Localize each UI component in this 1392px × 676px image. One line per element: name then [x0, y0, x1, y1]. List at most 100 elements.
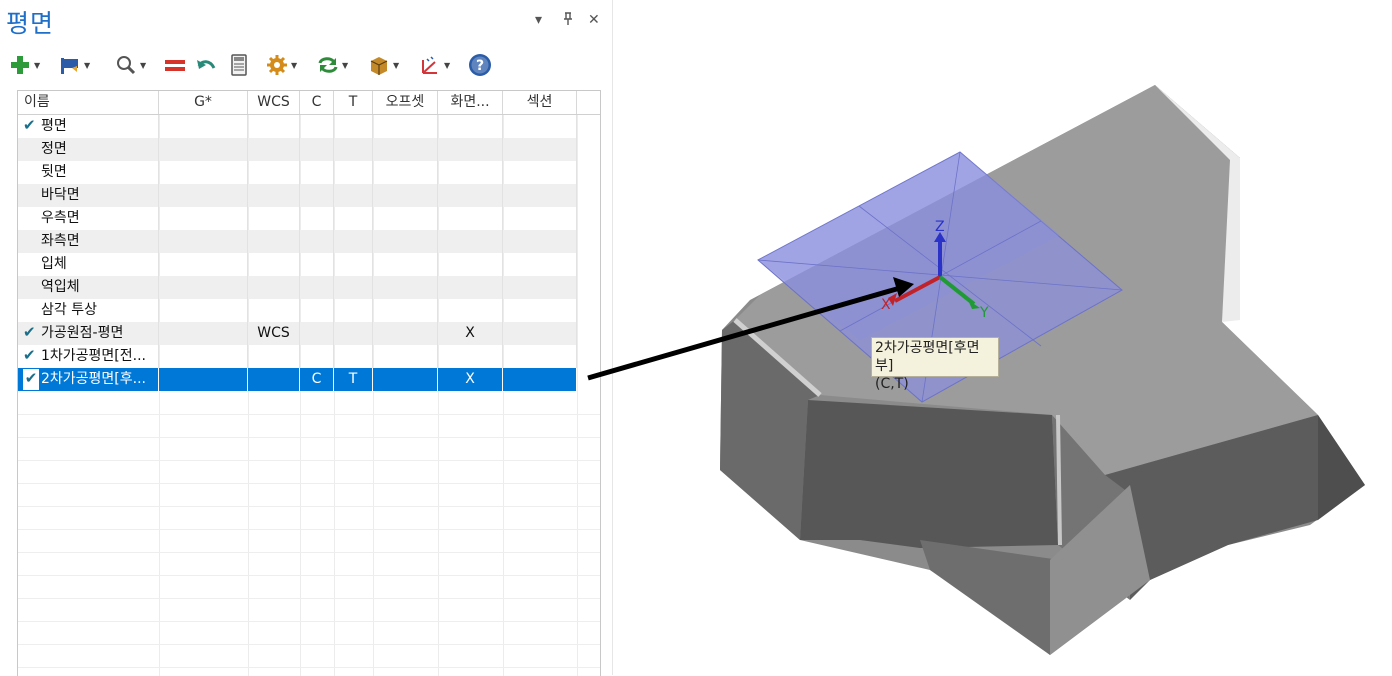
cell-g[interactable]: [159, 207, 248, 230]
cell-wcs[interactable]: [248, 207, 300, 230]
column-header-display[interactable]: 화면...: [438, 91, 503, 114]
cell-offset[interactable]: [373, 115, 438, 138]
cell-display[interactable]: [438, 253, 503, 276]
cell-display[interactable]: [438, 299, 503, 322]
cell-display[interactable]: [438, 138, 503, 161]
cell-g[interactable]: [159, 184, 248, 207]
cell-offset[interactable]: [373, 230, 438, 253]
cell-c[interactable]: C: [300, 368, 334, 391]
cell-g[interactable]: [159, 138, 248, 161]
cell-section[interactable]: [503, 299, 577, 322]
dropdown-arrow-icon[interactable]: ▼: [444, 61, 450, 70]
cell-t[interactable]: [334, 184, 373, 207]
cell-c[interactable]: [300, 299, 334, 322]
cell-offset[interactable]: [373, 161, 438, 184]
column-header-t[interactable]: T: [334, 91, 373, 114]
cell-t[interactable]: [334, 299, 373, 322]
dropdown-arrow-icon[interactable]: ▼: [291, 61, 297, 70]
cell-t[interactable]: [334, 115, 373, 138]
cell-name[interactable]: 1차가공평면[전...: [18, 345, 159, 368]
dropdown-arrow-icon[interactable]: ▼: [140, 61, 146, 70]
cell-display[interactable]: [438, 161, 503, 184]
cell-c[interactable]: [300, 322, 334, 345]
cell-g[interactable]: [159, 299, 248, 322]
cell-offset[interactable]: [373, 276, 438, 299]
pin-icon[interactable]: [562, 12, 574, 30]
cell-wcs[interactable]: [248, 138, 300, 161]
settings-button[interactable]: ▼: [265, 52, 297, 78]
cell-wcs[interactable]: WCS: [248, 322, 300, 345]
cell-display[interactable]: [438, 207, 503, 230]
cell-g[interactable]: [159, 253, 248, 276]
cell-wcs[interactable]: [248, 161, 300, 184]
cell-section[interactable]: [503, 276, 577, 299]
table-row[interactable]: 바닥면: [18, 184, 577, 207]
cell-offset[interactable]: [373, 207, 438, 230]
close-icon[interactable]: ✕: [588, 12, 600, 28]
cell-wcs[interactable]: [248, 345, 300, 368]
cell-section[interactable]: [503, 161, 577, 184]
cell-c[interactable]: [300, 138, 334, 161]
cell-wcs[interactable]: [248, 230, 300, 253]
cell-wcs[interactable]: [248, 276, 300, 299]
cell-wcs[interactable]: [248, 368, 300, 391]
cell-t[interactable]: [334, 276, 373, 299]
cell-section[interactable]: [503, 138, 577, 161]
column-header-offset[interactable]: 오프셋: [373, 91, 438, 114]
cell-wcs[interactable]: [248, 115, 300, 138]
cell-g[interactable]: [159, 230, 248, 253]
cell-c[interactable]: [300, 184, 334, 207]
column-header-g[interactable]: G*: [159, 91, 248, 114]
cell-g[interactable]: [159, 161, 248, 184]
cell-t[interactable]: [334, 230, 373, 253]
table-row[interactable]: ✔ 가공원점-평면 WCS X: [18, 322, 577, 345]
table-row[interactable]: ✔ 1차가공평면[전...: [18, 345, 577, 368]
cell-g[interactable]: [159, 345, 248, 368]
cell-name[interactable]: 뒷면: [18, 161, 159, 184]
cell-t[interactable]: [334, 138, 373, 161]
cell-display[interactable]: [438, 115, 503, 138]
equal-button[interactable]: [163, 52, 187, 78]
cell-c[interactable]: [300, 115, 334, 138]
cell-c[interactable]: [300, 345, 334, 368]
cell-section[interactable]: [503, 322, 577, 345]
cell-offset[interactable]: [373, 368, 438, 391]
cell-offset[interactable]: [373, 322, 438, 345]
dropdown-arrow-icon[interactable]: ▼: [84, 61, 90, 70]
column-header-wcs[interactable]: WCS: [248, 91, 300, 114]
cell-wcs[interactable]: [248, 253, 300, 276]
cell-t[interactable]: [334, 345, 373, 368]
cell-display[interactable]: X: [438, 368, 503, 391]
table-row[interactable]: 입체: [18, 253, 577, 276]
cell-g[interactable]: [159, 368, 248, 391]
cell-name[interactable]: 가공원점-평면: [18, 322, 159, 345]
dropdown-arrow-icon[interactable]: ▼: [342, 61, 348, 70]
cell-display[interactable]: [438, 230, 503, 253]
cell-section[interactable]: [503, 368, 577, 391]
table-row[interactable]: 우측면: [18, 207, 577, 230]
cell-section[interactable]: [503, 230, 577, 253]
cell-t[interactable]: [334, 207, 373, 230]
cell-g[interactable]: [159, 322, 248, 345]
cell-c[interactable]: [300, 276, 334, 299]
view-box-button[interactable]: ▼: [367, 52, 399, 78]
cell-t[interactable]: [334, 161, 373, 184]
cell-offset[interactable]: [373, 253, 438, 276]
cell-display[interactable]: [438, 184, 503, 207]
table-row[interactable]: 역입체: [18, 276, 577, 299]
cell-name[interactable]: 정면: [18, 138, 159, 161]
cell-section[interactable]: [503, 184, 577, 207]
cell-wcs[interactable]: [248, 299, 300, 322]
axes-button[interactable]: ▼: [418, 52, 450, 78]
cell-name[interactable]: 2차가공평면[후...: [18, 368, 159, 391]
panel-splitter[interactable]: [612, 0, 613, 675]
dropdown-arrow-icon[interactable]: ▼: [34, 61, 40, 70]
cell-name[interactable]: 삼각 투상: [18, 299, 159, 322]
cell-section[interactable]: [503, 207, 577, 230]
cell-t[interactable]: [334, 322, 373, 345]
column-header-section[interactable]: 섹션: [503, 91, 577, 114]
cell-display[interactable]: [438, 276, 503, 299]
cell-g[interactable]: [159, 115, 248, 138]
cell-section[interactable]: [503, 253, 577, 276]
cell-offset[interactable]: [373, 299, 438, 322]
